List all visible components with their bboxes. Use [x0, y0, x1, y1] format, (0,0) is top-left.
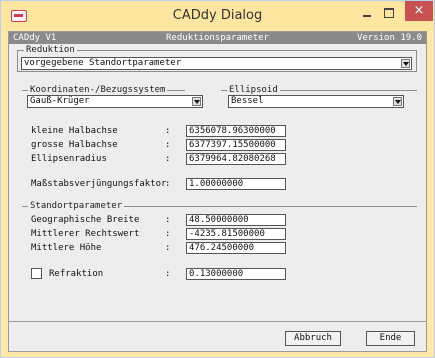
refraktion-field[interactable]: 0.13000000 — [186, 268, 286, 280]
geographische-breite-field[interactable]: 48.50000000 — [186, 214, 286, 226]
close-button[interactable]: × — [405, 1, 433, 21]
label-colon: : — [165, 179, 171, 189]
ellipsenradius-label: Ellipsenradius — [31, 154, 107, 164]
refraktion-checkbox[interactable] — [31, 268, 42, 279]
grosse-halbachse-field: 6377397.15500000 — [186, 139, 286, 151]
ok-button[interactable]: Ende — [366, 331, 415, 346]
ellipsoid-selected-value: Bessel — [231, 96, 264, 106]
chevron-down-icon[interactable] — [192, 97, 201, 106]
chevron-down-icon[interactable] — [393, 97, 402, 106]
label-colon: : — [165, 229, 171, 239]
massstab-label: Maßstabsverjüngungsfaktor — [31, 179, 167, 189]
standort-group: Standortparameter — [22, 201, 417, 211]
koordinatensystem-selected-value: Gauß-Krüger — [30, 96, 90, 106]
close-icon: × — [413, 3, 425, 18]
mittlerer-rechtswert-field[interactable]: -4235.81500000 — [186, 228, 286, 240]
maximize-icon — [384, 8, 394, 18]
reduktion-select[interactable]: vorgegebene Standortparameter — [21, 57, 412, 70]
standort-legend: Standortparameter — [28, 201, 125, 211]
minimize-icon — [363, 15, 371, 17]
mittlere-hoehe-label: Mittlere Höhe — [31, 243, 102, 253]
massstab-field[interactable]: 1.00000000 — [186, 178, 286, 190]
ellipsenradius-field: 6379964.82080268 — [186, 153, 286, 165]
dialog-client-area: CADdy V1 Reduktionsparameter Version 19.… — [8, 31, 427, 352]
koordinaten-group: Koordinaten-/Bezugssystem — [22, 85, 185, 95]
dialog-window: CADdy Dialog × CADdy V1 Reduktionsparame… — [0, 0, 435, 358]
ellipsoid-select[interactable]: Bessel — [228, 95, 404, 108]
kleine-halbachse-field: 6356078.96300000 — [186, 125, 286, 137]
ellipsoid-group: Ellipsoid — [221, 85, 417, 95]
cancel-button[interactable]: Abbruch — [285, 331, 341, 346]
title-bar[interactable]: CADdy Dialog × — [1, 1, 434, 31]
refraktion-label: Refraktion — [49, 269, 104, 279]
label-colon: : — [165, 154, 171, 164]
label-colon: : — [165, 243, 171, 253]
minimize-button[interactable] — [360, 6, 374, 20]
button-separator — [9, 321, 426, 322]
mittlere-hoehe-field[interactable]: 476.24500000 — [186, 242, 286, 254]
kleine-halbachse-label: kleine Halbachse — [31, 126, 118, 136]
reduktion-selected-value: vorgegebene Standortparameter — [24, 58, 182, 68]
grosse-halbachse-label: grosse Halbachse — [31, 140, 118, 150]
koordinaten-legend: Koordinaten-/Bezugssystem — [28, 85, 168, 95]
mittlerer-rechtswert-label: Mittlerer Rechtswert — [31, 229, 140, 239]
label-colon: : — [165, 140, 171, 150]
ellipsoid-legend: Ellipsoid — [227, 85, 280, 95]
header-version: Version 19.0 — [356, 33, 422, 43]
label-colon: : — [165, 126, 171, 136]
dialog-header: CADdy V1 Reduktionsparameter Version 19.… — [9, 32, 426, 44]
label-colon: : — [165, 269, 171, 279]
chevron-down-icon[interactable] — [401, 59, 410, 68]
label-colon: : — [165, 215, 171, 225]
geographische-breite-label: Geographische Breite — [31, 215, 140, 225]
koordinatensystem-select[interactable]: Gauß-Krüger — [27, 95, 203, 108]
reduktion-legend: Reduktion — [24, 45, 77, 55]
maximize-button[interactable] — [382, 6, 396, 20]
